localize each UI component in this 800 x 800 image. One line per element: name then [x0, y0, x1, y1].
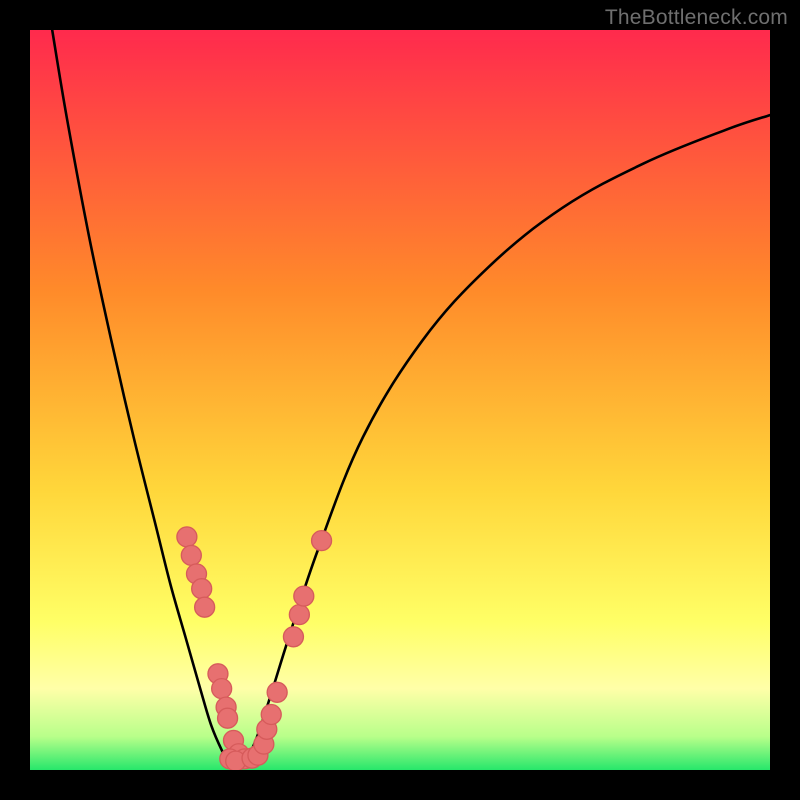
data-point: [294, 586, 314, 606]
data-point: [218, 708, 238, 728]
curve-group: [52, 30, 770, 770]
data-point: [177, 527, 197, 547]
data-point: [283, 627, 303, 647]
bottleneck-curve-right-path: [237, 115, 770, 770]
data-point: [267, 682, 287, 702]
data-point: [261, 705, 281, 725]
watermark-text: TheBottleneck.com: [605, 6, 788, 30]
chart-overlay: [30, 30, 770, 770]
data-point: [312, 531, 332, 551]
bottleneck-curve-left-path: [52, 30, 237, 770]
data-point: [195, 597, 215, 617]
data-point: [192, 579, 212, 599]
plot-area: [30, 30, 770, 770]
chart-frame: TheBottleneck.com: [0, 0, 800, 800]
data-point: [181, 545, 201, 565]
scatter-group: [177, 527, 332, 770]
data-point: [289, 605, 309, 625]
data-point: [212, 679, 232, 699]
